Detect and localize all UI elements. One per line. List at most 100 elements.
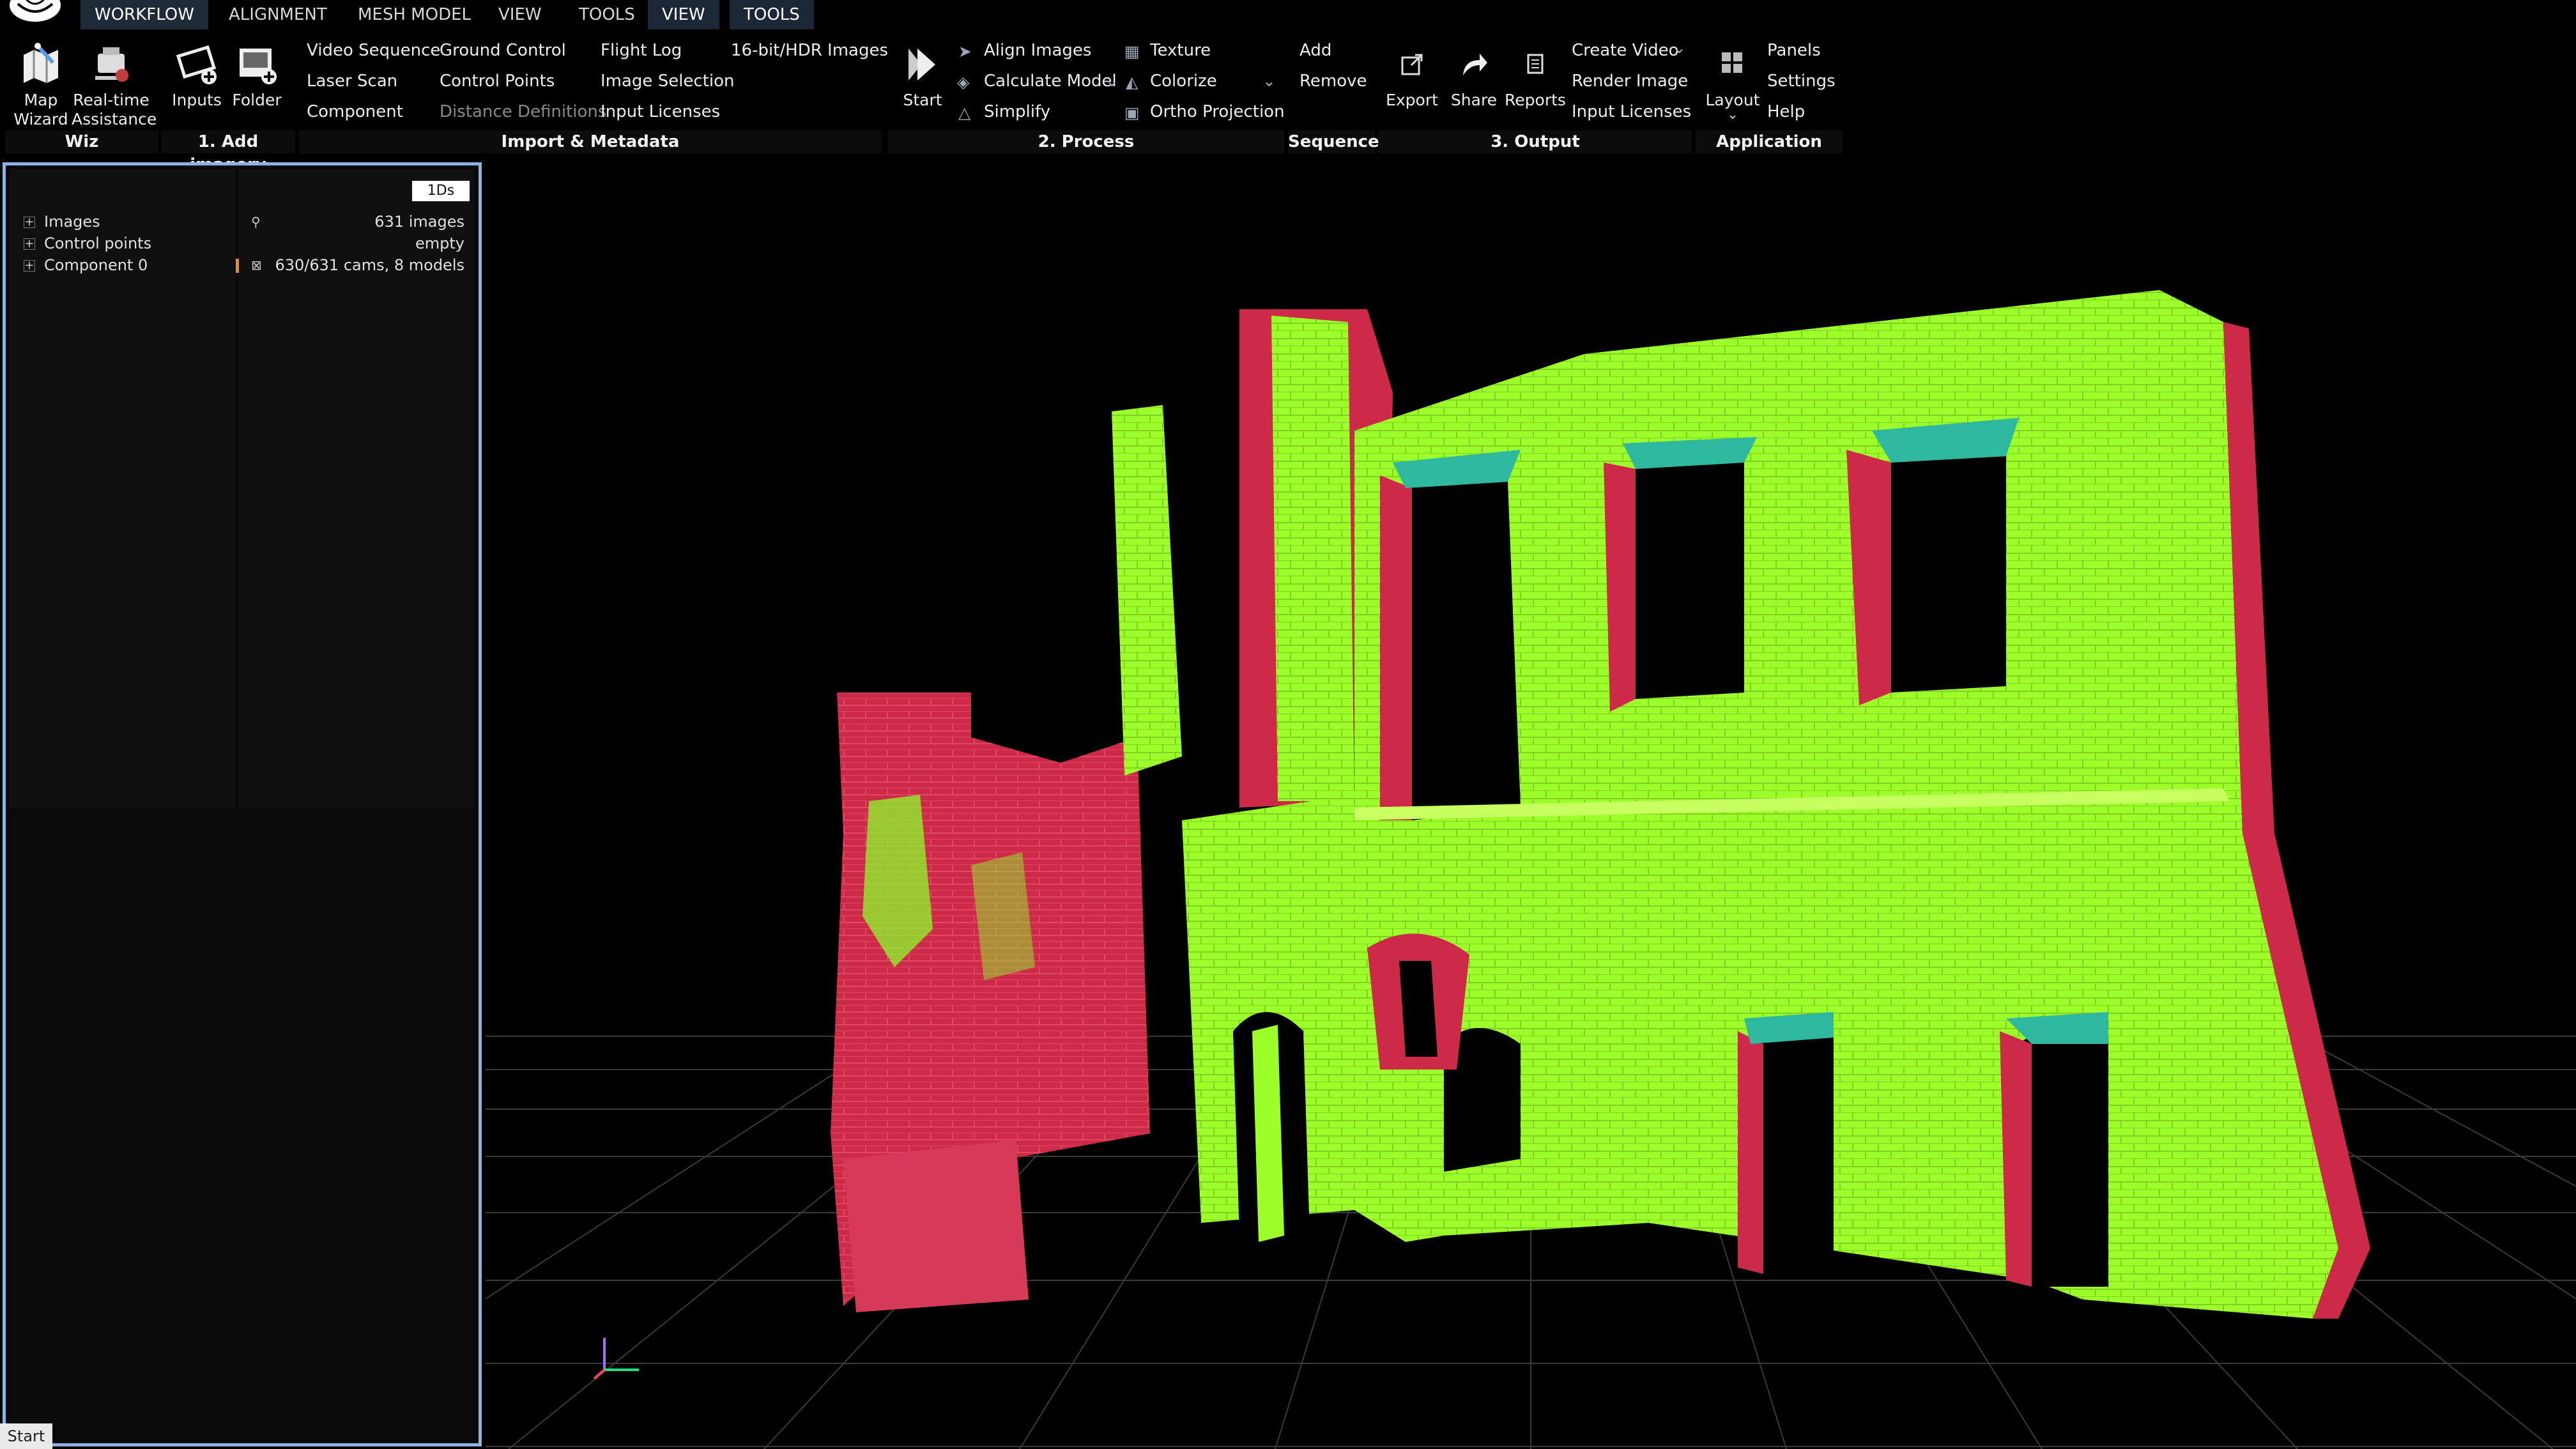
window-opening xyxy=(1636,463,1744,699)
realtime-assistance-button[interactable]: Real-time Assistance xyxy=(72,42,157,129)
distance-definitions-button[interactable]: Distance Definitions xyxy=(440,102,606,121)
tree-row-control-points[interactable]: + Control points empty xyxy=(19,233,473,254)
sequence-remove-button[interactable]: Remove xyxy=(1300,72,1367,91)
laser-scan-button[interactable]: Laser Scan xyxy=(307,72,397,91)
folder-label: Folder xyxy=(232,91,282,109)
expand-plus-icon[interactable]: + xyxy=(24,217,35,228)
align-images-icon: ➤ xyxy=(958,42,972,61)
export-icon xyxy=(1401,54,1423,75)
tab-workflow[interactable]: WORKFLOW xyxy=(80,0,208,29)
ids-toggle-button[interactable]: 1Ds xyxy=(412,181,470,201)
inputs-icon xyxy=(176,45,217,84)
start-label: Start xyxy=(903,91,942,109)
reports-button[interactable]: Reports xyxy=(1503,42,1568,110)
group-label-sequence: Sequence xyxy=(1288,130,1379,153)
layout-grid-icon xyxy=(1722,52,1742,73)
start-play-icon xyxy=(908,49,935,80)
colorize-chevron-down-icon[interactable]: ⌄ xyxy=(1262,72,1276,90)
project-tree-panel: 1Ds + Images ⚲ 631 images + Control poin… xyxy=(3,162,482,1446)
layout-chevron-down-icon[interactable]: ⌄ xyxy=(1701,108,1765,122)
tree-row-images[interactable]: + Images ⚲ 631 images xyxy=(19,211,473,232)
realtime-assistance-icon xyxy=(95,47,128,82)
reports-icon xyxy=(1527,54,1544,74)
simplify-icon: △ xyxy=(958,103,971,122)
hdr-images-button[interactable]: 16-bit/HDR Images xyxy=(731,41,888,60)
settings-button[interactable]: Settings xyxy=(1767,72,1836,91)
component-icon: ⊠ xyxy=(251,257,262,273)
tree-row-component[interactable]: + Component 0 ⊠ 630/631 cams, 8 models xyxy=(19,255,473,275)
scene-canvas[interactable] xyxy=(486,162,2576,1449)
share-arrow-icon xyxy=(1463,54,1487,75)
create-video-chevron-down-icon[interactable]: ⌄ xyxy=(1673,38,1686,57)
folder-button[interactable]: Folder xyxy=(227,42,286,110)
ortho-projection-icon: ▣ xyxy=(1124,103,1140,122)
inputs-label: Inputs xyxy=(172,91,222,109)
status-start-label: Start xyxy=(0,1423,52,1449)
expand-plus-icon[interactable]: + xyxy=(24,260,35,272)
selection-marker xyxy=(236,259,239,273)
tab-tools-contextual[interactable]: TOOLS xyxy=(730,0,814,29)
calculate-model-chevron-down-icon[interactable]: ⌄ xyxy=(1105,72,1119,90)
inputs-button[interactable]: Inputs xyxy=(167,42,226,110)
group-label-import-metadata: Import & Metadata xyxy=(299,130,882,153)
map-wizard-icon xyxy=(24,43,58,83)
create-video-button[interactable]: Create Video xyxy=(1572,41,1679,60)
reports-label: Reports xyxy=(1505,91,1566,109)
tab-tools[interactable]: TOOLS xyxy=(565,0,649,29)
colorize-icon: ◭ xyxy=(1126,73,1138,91)
share-label: Share xyxy=(1450,91,1498,109)
input-licenses-button[interactable]: Input Licenses xyxy=(601,102,720,121)
image-selection-button[interactable]: Image Selection xyxy=(601,72,735,91)
group-label-add-imagery: 1. Add imagery xyxy=(161,130,295,174)
realtime-assistance-label: Real-time Assistance xyxy=(72,91,157,128)
control-points-button[interactable]: Control Points xyxy=(440,72,555,91)
output-input-licenses-button[interactable]: Input Licenses xyxy=(1572,102,1691,121)
axis-gizmo-icon xyxy=(593,1338,639,1380)
3d-viewport[interactable] xyxy=(486,162,2576,1449)
tree-row-label: Component 0 xyxy=(44,256,148,274)
inspector-area xyxy=(10,811,475,1443)
menu-tab-bar: WORKFLOW ALIGNMENT MESH MODEL VIEW TOOLS… xyxy=(0,0,2576,29)
tab-view-contextual[interactable]: VIEW xyxy=(648,0,719,29)
export-button[interactable]: Export xyxy=(1385,42,1439,110)
texture-icon: ▦ xyxy=(1124,42,1140,61)
folder-icon xyxy=(240,49,277,84)
tree-row-value: 631 images xyxy=(374,213,464,231)
group-label-process: 2. Process xyxy=(888,130,1284,153)
group-label-application: Application xyxy=(1696,130,1843,153)
map-wizard-button[interactable]: Map Wizard xyxy=(9,42,73,129)
pin-icon: ⚲ xyxy=(251,214,261,229)
calculate-model-button[interactable]: Calculate Model xyxy=(984,72,1117,91)
calculate-model-icon: ◈ xyxy=(957,73,970,91)
simplify-button[interactable]: Simplify xyxy=(984,102,1050,121)
panels-button[interactable]: Panels xyxy=(1767,41,1821,60)
app-logo-icon[interactable] xyxy=(6,0,64,24)
align-images-button[interactable]: Align Images xyxy=(984,41,1091,60)
ruin-model-mesh[interactable] xyxy=(831,290,2370,1319)
tab-mesh-model[interactable]: MESH MODEL xyxy=(344,0,485,29)
help-button[interactable]: Help xyxy=(1767,102,1805,121)
tree-row-label: Images xyxy=(44,213,100,231)
component-button[interactable]: Component xyxy=(307,102,403,121)
expand-plus-icon[interactable]: + xyxy=(24,238,35,250)
tab-view[interactable]: VIEW xyxy=(484,0,556,29)
tab-alignment[interactable]: ALIGNMENT xyxy=(215,0,341,29)
tree-row-value: 630/631 cams, 8 models xyxy=(275,256,464,274)
texture-button[interactable]: Texture xyxy=(1150,41,1211,60)
group-label-output: 3. Output xyxy=(1379,130,1692,153)
share-button[interactable]: Share xyxy=(1445,42,1503,110)
map-wizard-label: Map Wizard xyxy=(13,91,68,128)
sequence-add-button[interactable]: Add xyxy=(1300,41,1331,60)
video-sequence-button[interactable]: Video Sequence xyxy=(307,41,440,60)
ortho-projection-button[interactable]: Ortho Projection xyxy=(1150,102,1285,121)
export-label: Export xyxy=(1386,91,1438,109)
flight-log-button[interactable]: Flight Log xyxy=(601,41,682,60)
render-image-button[interactable]: Render Image xyxy=(1572,72,1688,91)
tree-row-label: Control points xyxy=(44,234,152,252)
ground-control-button[interactable]: Ground Control xyxy=(440,41,566,60)
start-button[interactable]: Start xyxy=(897,42,948,110)
colorize-button[interactable]: Colorize xyxy=(1150,72,1217,91)
window-opening xyxy=(1891,456,2006,693)
layout-button[interactable]: Layout ⌄ xyxy=(1701,42,1765,122)
group-label-wiz: Wiz xyxy=(5,130,158,153)
